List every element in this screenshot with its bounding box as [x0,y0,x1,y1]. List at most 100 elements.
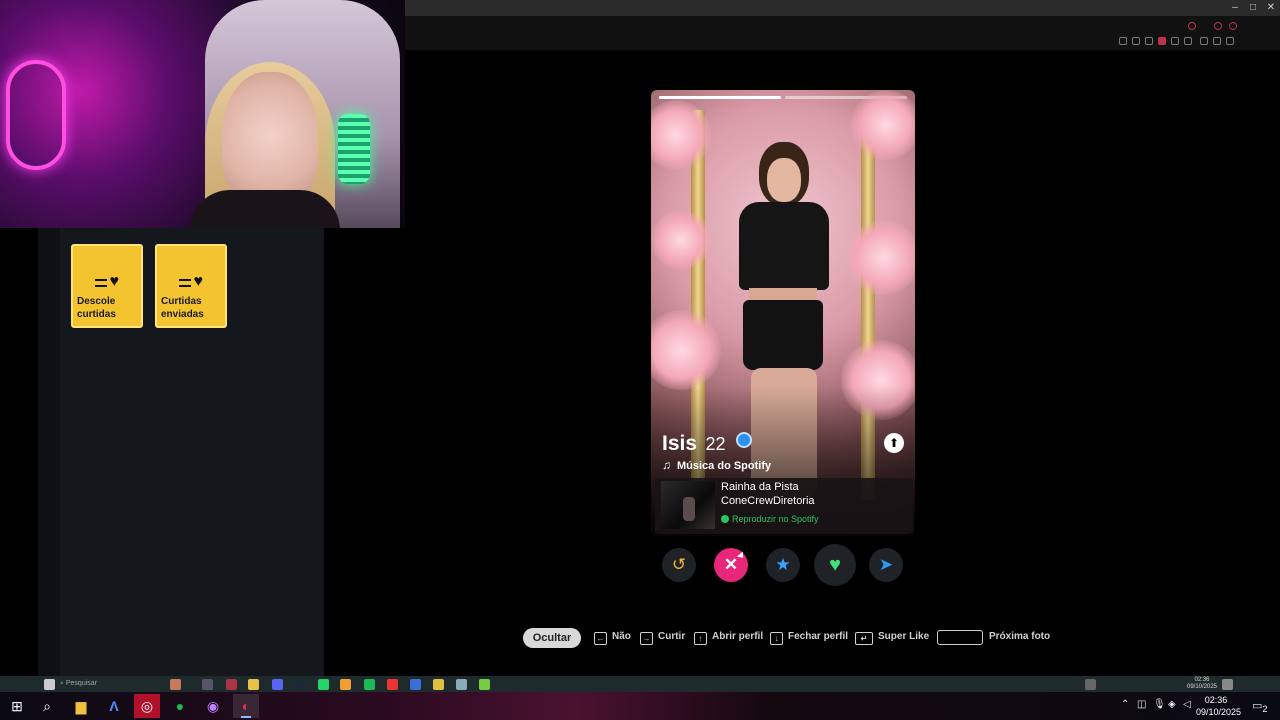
captured-clock-time: 02:36 [1194,677,1210,683]
download-icon[interactable] [1200,37,1208,45]
blossom [651,210,711,270]
taskbar-clock[interactable]: 02:36 09/10/2025 [1196,694,1242,718]
heart-outline-icon[interactable] [1184,37,1192,45]
search-icon[interactable]: ⌕ [34,694,60,718]
person-top [739,202,829,290]
shortcut-label: Curtir [658,631,686,642]
record-icon[interactable] [1158,37,1166,45]
bookmark-icon[interactable] [1171,37,1179,45]
clock-date: 09/10/2025 [1196,707,1242,717]
profile-name: Isis [662,432,698,455]
shortcut-next-photo: Próxima foto [989,631,1050,642]
profile-icon[interactable] [1213,37,1221,45]
close-icon[interactable]: ✕ [1264,1,1278,15]
spotify-icon [721,515,729,523]
wifi-icon[interactable]: ◈ [1168,699,1176,710]
streamer-body [190,190,340,228]
tile-sent-likes[interactable]: ♥ Curtidas enviadas [155,244,227,328]
song-title: Rainha da Pista [721,481,799,493]
song-artist: ConeCrewDiretoria [721,495,815,507]
steam-icon [294,679,305,690]
app-icon [433,679,444,690]
minimize-icon[interactable]: – [1228,1,1242,15]
tile-label: Curtidas enviadas [161,296,204,320]
app-icon [340,679,351,690]
task-view-icon [202,679,213,690]
spotify-section-title: ♫ Música do Spotify [662,458,771,472]
restore-icon[interactable] [1214,22,1222,30]
app-icon [479,679,490,690]
app-icon [387,679,398,690]
screen: ♥ Descole curtidas ♥ Curtidas enviadas –… [0,0,1280,720]
album-cover [661,481,715,529]
up-key-icon: ↑ [694,632,707,645]
webcam-overlay [0,0,405,228]
left-panel: ♥ Descole curtidas ♥ Curtidas enviadas [60,228,324,676]
play-on-spotify-link[interactable]: Reproduzir no Spotify [721,514,819,524]
extension-icon[interactable] [1132,37,1140,45]
search-icon[interactable] [1188,22,1196,30]
folder-icon [248,679,259,690]
play-on-spotify-label: Reproduzir no Spotify [732,514,819,524]
network-icon[interactable]: ◫ [1137,699,1146,710]
windows-icon [44,679,55,690]
chat-app-icon[interactable]: ◉ [200,694,226,718]
app-icon [456,679,467,690]
profile-age: 22 [705,434,726,454]
shortcut-label: Super Like [878,631,930,642]
speed-lines-icon [179,279,191,287]
whatsapp-icon [318,679,329,690]
captured-clock: 02:36 09/10/2025 [1182,677,1222,691]
shortcut-close-profile: ↓ Fechar perfil [770,631,848,645]
app-icon [226,679,237,690]
shortcut-nope: ← Não [594,631,631,645]
verified-icon [735,432,752,448]
captured-clock-date: 09/10/2025 [1186,684,1218,690]
menu-icon[interactable] [1226,37,1234,45]
captured-search-label: Pesquisar [65,680,98,687]
tile-unlock-likes[interactable]: ♥ Descole curtidas [71,244,143,328]
profile-name-row[interactable]: Isis 22 [662,432,752,456]
boost-button[interactable]: ➤ [869,548,903,582]
super-like-button[interactable]: ★ [766,548,800,582]
rewind-button[interactable]: ↺ [662,548,696,582]
spotify-icon [364,679,375,690]
blossom [651,310,721,390]
notification-icon[interactable]: ▭2 [1252,699,1268,714]
blossom [846,220,915,295]
zoom-icon[interactable] [1119,37,1127,45]
obs-app-icon[interactable]: ◐ [233,694,259,718]
down-key-icon: ↓ [770,632,783,645]
app-a-icon[interactable]: Λ [101,694,127,718]
heart-icon: ♥ [109,273,120,290]
tray-chevron-icon[interactable]: ⌃ [1121,699,1129,710]
start-windows-icon[interactable]: ⊞ [4,694,30,718]
close-small-icon[interactable] [1229,22,1237,30]
app-icon [410,679,421,690]
shortcut-super-like: ↵ Super Like [855,631,929,645]
tab-icon[interactable] [1145,37,1153,45]
mic-icon[interactable]: 🎙 [1153,699,1166,710]
keyboard-icon [1085,679,1096,690]
photo-bar [659,96,781,99]
hide-shortcuts-button[interactable]: Ocultar [523,628,581,648]
file-explorer-icon[interactable]: ▆ [68,694,94,718]
notification-count: 2 [1262,704,1268,715]
maximize-icon[interactable]: □ [1246,1,1260,15]
tile-label: Descole curtidas [77,296,116,320]
shortcut-like: → Curtir [640,631,685,645]
red-app-icon[interactable]: ◎ [134,694,160,718]
enter-key-icon: ↵ [855,632,873,645]
open-profile-arrow-icon[interactable]: ⬆ [884,433,904,453]
music-section-label: Música do Spotify [677,460,772,472]
neon-light [6,60,66,170]
left-rail [38,228,60,676]
spotify-icon[interactable]: ● [167,694,193,718]
person-skirt [743,300,823,370]
window-title-bar [405,0,1280,16]
like-button[interactable]: ♥ [814,544,856,586]
volume-icon[interactable]: ◁ [1183,699,1191,710]
space-key-icon [937,630,983,645]
speed-lines-icon [95,279,107,287]
shortcut-open-profile: ↑ Abrir perfil [694,631,763,645]
